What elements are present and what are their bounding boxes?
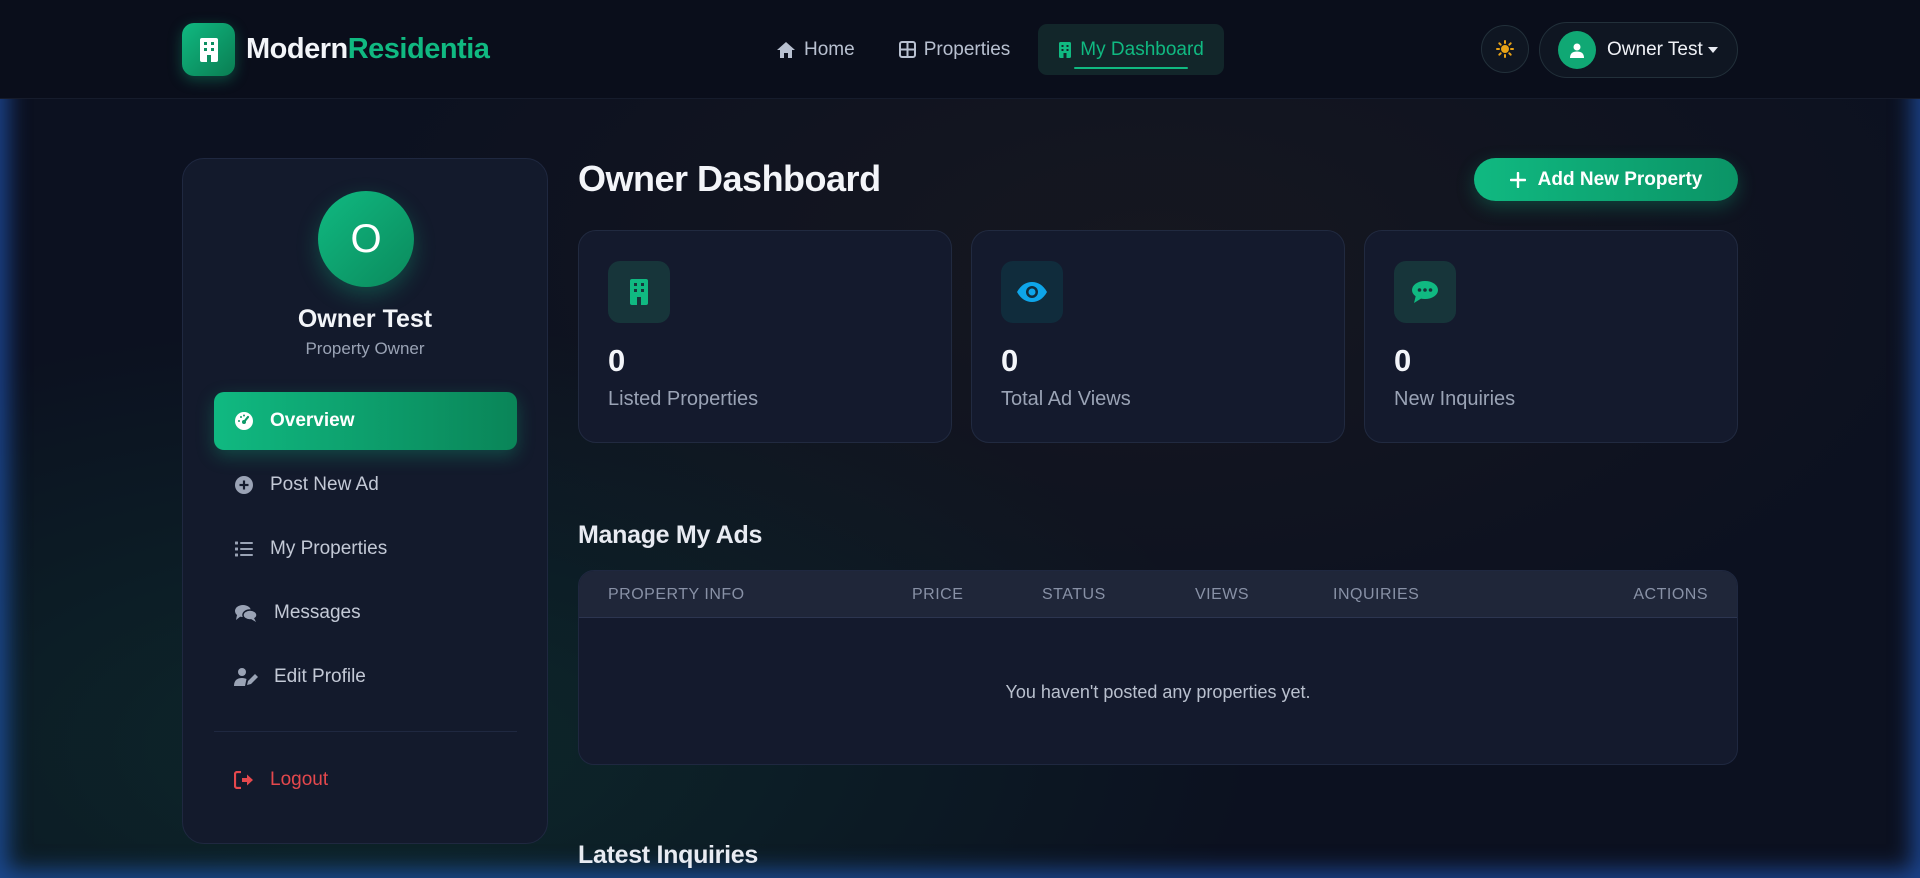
sidebar-item-edit-profile[interactable]: Edit Profile (214, 648, 517, 706)
sidebar-divider (214, 731, 517, 732)
building-icon (608, 261, 670, 323)
column-header-inquiries: INQUIRIES (1333, 586, 1420, 603)
stat-card-total-ad-views: 0 Total Ad Views (971, 230, 1345, 443)
nav-properties-label: Properties (923, 38, 1011, 60)
theme-toggle-button[interactable] (1481, 25, 1529, 73)
grid-icon (898, 41, 916, 58)
add-new-property-button[interactable]: Add New Property (1474, 158, 1738, 201)
building-icon (1059, 41, 1072, 58)
nav-my-dashboard[interactable]: My Dashboard (1038, 24, 1224, 75)
stat-value: 0 (1394, 343, 1412, 378)
brand-name-part2: Residentia (347, 33, 490, 65)
stat-label: Total Ad Views (1001, 388, 1131, 410)
sidebar-item-my-properties[interactable]: My Properties (214, 520, 517, 578)
sun-icon (1496, 40, 1514, 58)
column-header-status: STATUS (1042, 586, 1106, 603)
sign-out-icon (234, 771, 253, 789)
empty-state-message: You haven't posted any properties yet. (1005, 682, 1311, 702)
sidebar-item-label: Messages (274, 602, 361, 623)
brand-logo-link[interactable]: ModernResidentia (182, 23, 490, 76)
latest-inquiries-title: Latest Inquiries (578, 841, 758, 869)
chevron-down-icon (1707, 47, 1718, 53)
brand-name-part1: Modern (246, 33, 348, 65)
top-navbar: ModernResidentia Home Properties My Dash… (0, 0, 1920, 99)
logout-button[interactable]: Logout (214, 751, 517, 809)
user-menu-button[interactable]: Owner Test (1539, 22, 1738, 78)
plus-circle-icon (235, 476, 253, 494)
stat-value: 0 (608, 343, 626, 378)
user-name: Owner Test (1607, 39, 1703, 60)
column-header-property-info: PROPERTY INFO (608, 586, 745, 603)
sidebar-item-overview[interactable]: Overview (214, 392, 517, 450)
profile-name: Owner Test (297, 305, 433, 333)
stat-card-new-inquiries: 0 New Inquiries (1364, 230, 1738, 443)
nav-properties[interactable]: Properties (883, 24, 1027, 75)
manage-my-ads-title: Manage My Ads (578, 521, 763, 549)
eye-icon (1001, 261, 1063, 323)
gauge-icon (235, 412, 253, 430)
logout-label: Logout (270, 769, 329, 790)
main-nav: Home Properties My Dashboard (760, 24, 1236, 75)
add-new-property-label: Add New Property (1537, 168, 1703, 190)
sidebar-item-label: Edit Profile (274, 666, 366, 687)
sidebar-menu: Overview Post New Ad My Properties Messa… (214, 392, 517, 712)
table-header: PROPERTY INFO PRICE STATUS VIEWS INQUIRI… (579, 571, 1737, 618)
list-icon (235, 541, 253, 557)
stat-label: New Inquiries (1394, 388, 1516, 410)
comment-icon (1394, 261, 1456, 323)
sidebar-item-messages[interactable]: Messages (214, 584, 517, 642)
brand-name: ModernResidentia (246, 33, 490, 66)
active-underline (1074, 67, 1188, 69)
sidebar: O Owner Test Property Owner Overview Pos… (182, 158, 548, 844)
home-icon (777, 41, 795, 58)
column-header-views: VIEWS (1195, 586, 1250, 603)
column-header-actions: ACTIONS (1633, 586, 1708, 603)
user-icon (1570, 43, 1584, 58)
page-title: Owner Dashboard (578, 158, 881, 199)
comments-icon (235, 605, 258, 622)
sidebar-item-label: My Properties (270, 538, 388, 559)
nav-home-label: Home (804, 38, 855, 60)
profile-role: Property Owner (305, 339, 425, 358)
stat-label: Listed Properties (608, 388, 759, 410)
sidebar-item-post-new-ad[interactable]: Post New Ad (214, 456, 517, 514)
avatar (1558, 31, 1596, 69)
stat-card-listed-properties: 0 Listed Properties (578, 230, 952, 443)
nav-home[interactable]: Home (760, 24, 871, 75)
app-window: ModernResidentia Home Properties My Dash… (0, 0, 1920, 878)
user-edit-icon (234, 668, 258, 686)
sidebar-item-label: Overview (270, 410, 355, 431)
stat-value: 0 (1001, 343, 1019, 378)
column-header-price: PRICE (912, 586, 964, 603)
profile-avatar: O (318, 191, 414, 287)
plus-icon (1509, 171, 1526, 188)
sidebar-item-label: Post New Ad (270, 474, 379, 495)
nav-my-dashboard-label: My Dashboard (1080, 38, 1204, 60)
building-logo-icon (182, 23, 235, 76)
ads-table: PROPERTY INFO PRICE STATUS VIEWS INQUIRI… (578, 570, 1738, 765)
